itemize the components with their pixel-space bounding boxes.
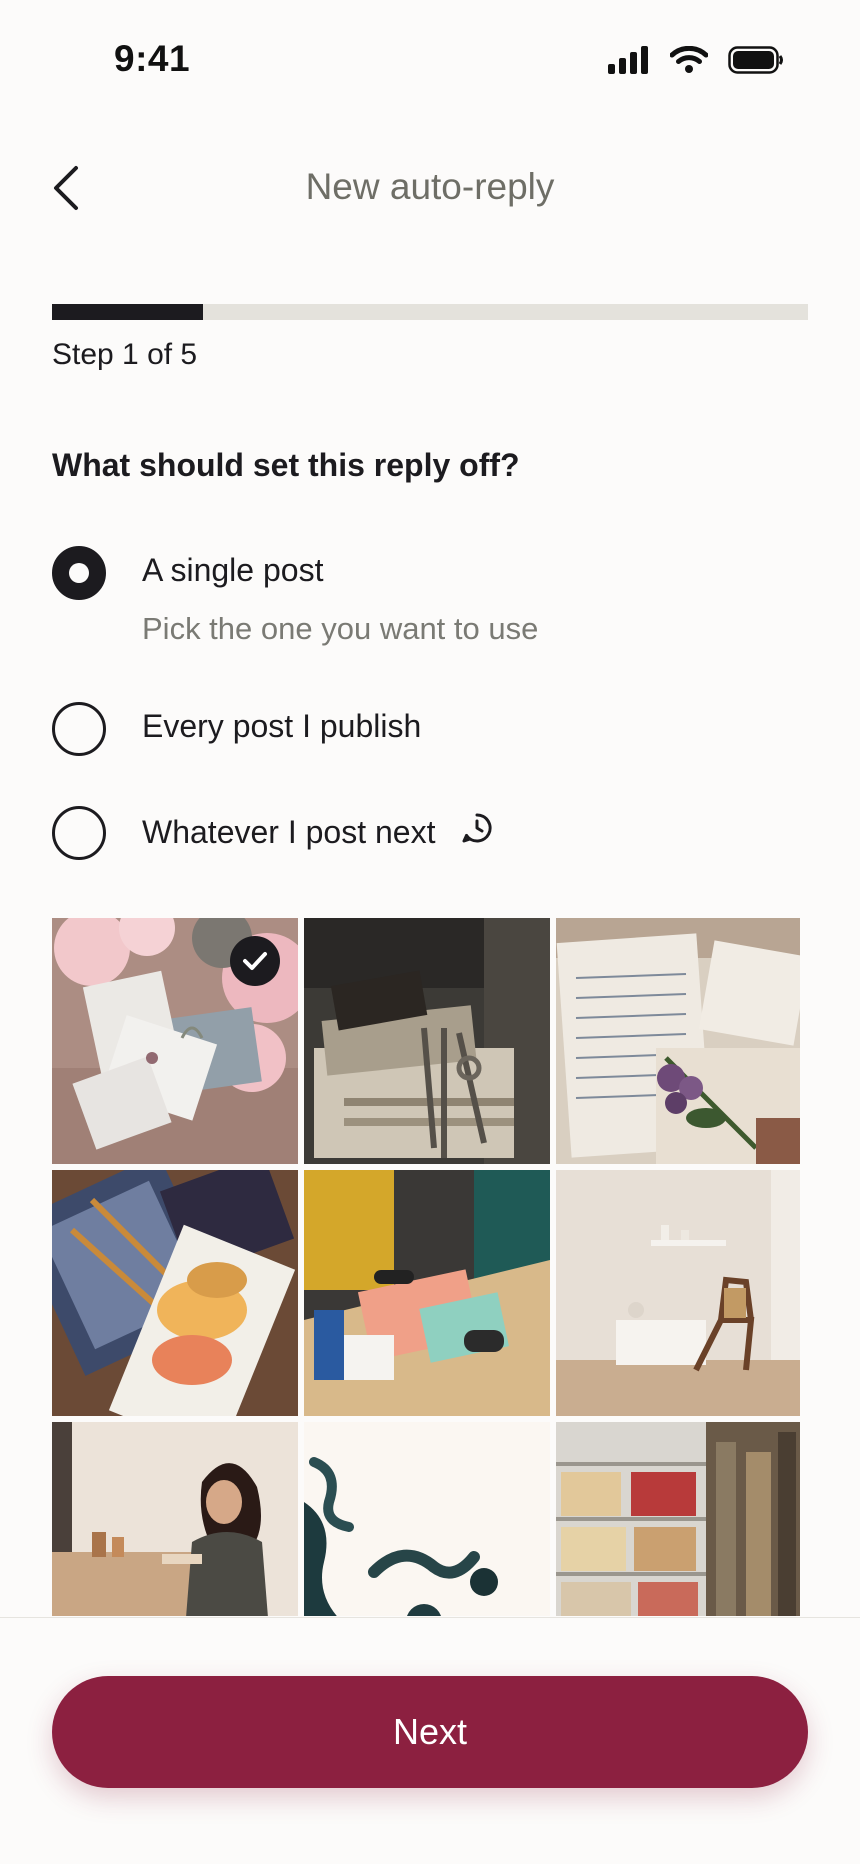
post-thumbnail[interactable] (52, 1170, 298, 1416)
radio-button[interactable] (52, 702, 106, 756)
post-thumbnail[interactable] (304, 1422, 550, 1616)
status-time: 9:41 (114, 38, 191, 79)
signal-icon (608, 46, 650, 79)
post-thumbnail[interactable] (52, 1422, 298, 1616)
post-thumbnail[interactable] (304, 1170, 550, 1416)
post-thumbnail[interactable] (556, 918, 800, 1164)
question-heading: What should set this reply off? (52, 447, 520, 483)
option-label: Every post I publish (142, 708, 422, 744)
progress-bar (52, 304, 808, 320)
next-button[interactable]: Next (52, 1676, 808, 1788)
radio-button[interactable] (52, 806, 106, 860)
radio-button-selected[interactable] (52, 546, 106, 600)
option-next-post[interactable]: Whatever I post next (52, 806, 493, 860)
wifi-icon (669, 45, 709, 79)
post-thumbnail[interactable] (556, 1422, 800, 1616)
status-icons (608, 45, 784, 79)
post-thumbnail[interactable] (304, 918, 550, 1164)
page-title: New auto-reply (305, 166, 555, 207)
option-single-post[interactable]: A single post Pick the one you want to u… (52, 546, 538, 647)
battery-icon (728, 46, 784, 79)
option-label: A single post (142, 552, 324, 588)
clock-icon (461, 812, 493, 852)
option-label: Whatever I post next (142, 813, 436, 850)
post-thumbnail[interactable] (556, 1170, 800, 1416)
checkmark-icon (230, 936, 280, 986)
status-bar: 9:41 (0, 0, 860, 120)
step-label: Step 1 of 5 (52, 338, 198, 371)
progress-fill (52, 304, 204, 320)
option-sublabel: Pick the one you want to use (142, 611, 539, 646)
post-grid (52, 918, 800, 1616)
post-thumbnail-selected[interactable] (52, 918, 298, 1164)
option-every-post[interactable]: Every post I publish (52, 702, 421, 756)
